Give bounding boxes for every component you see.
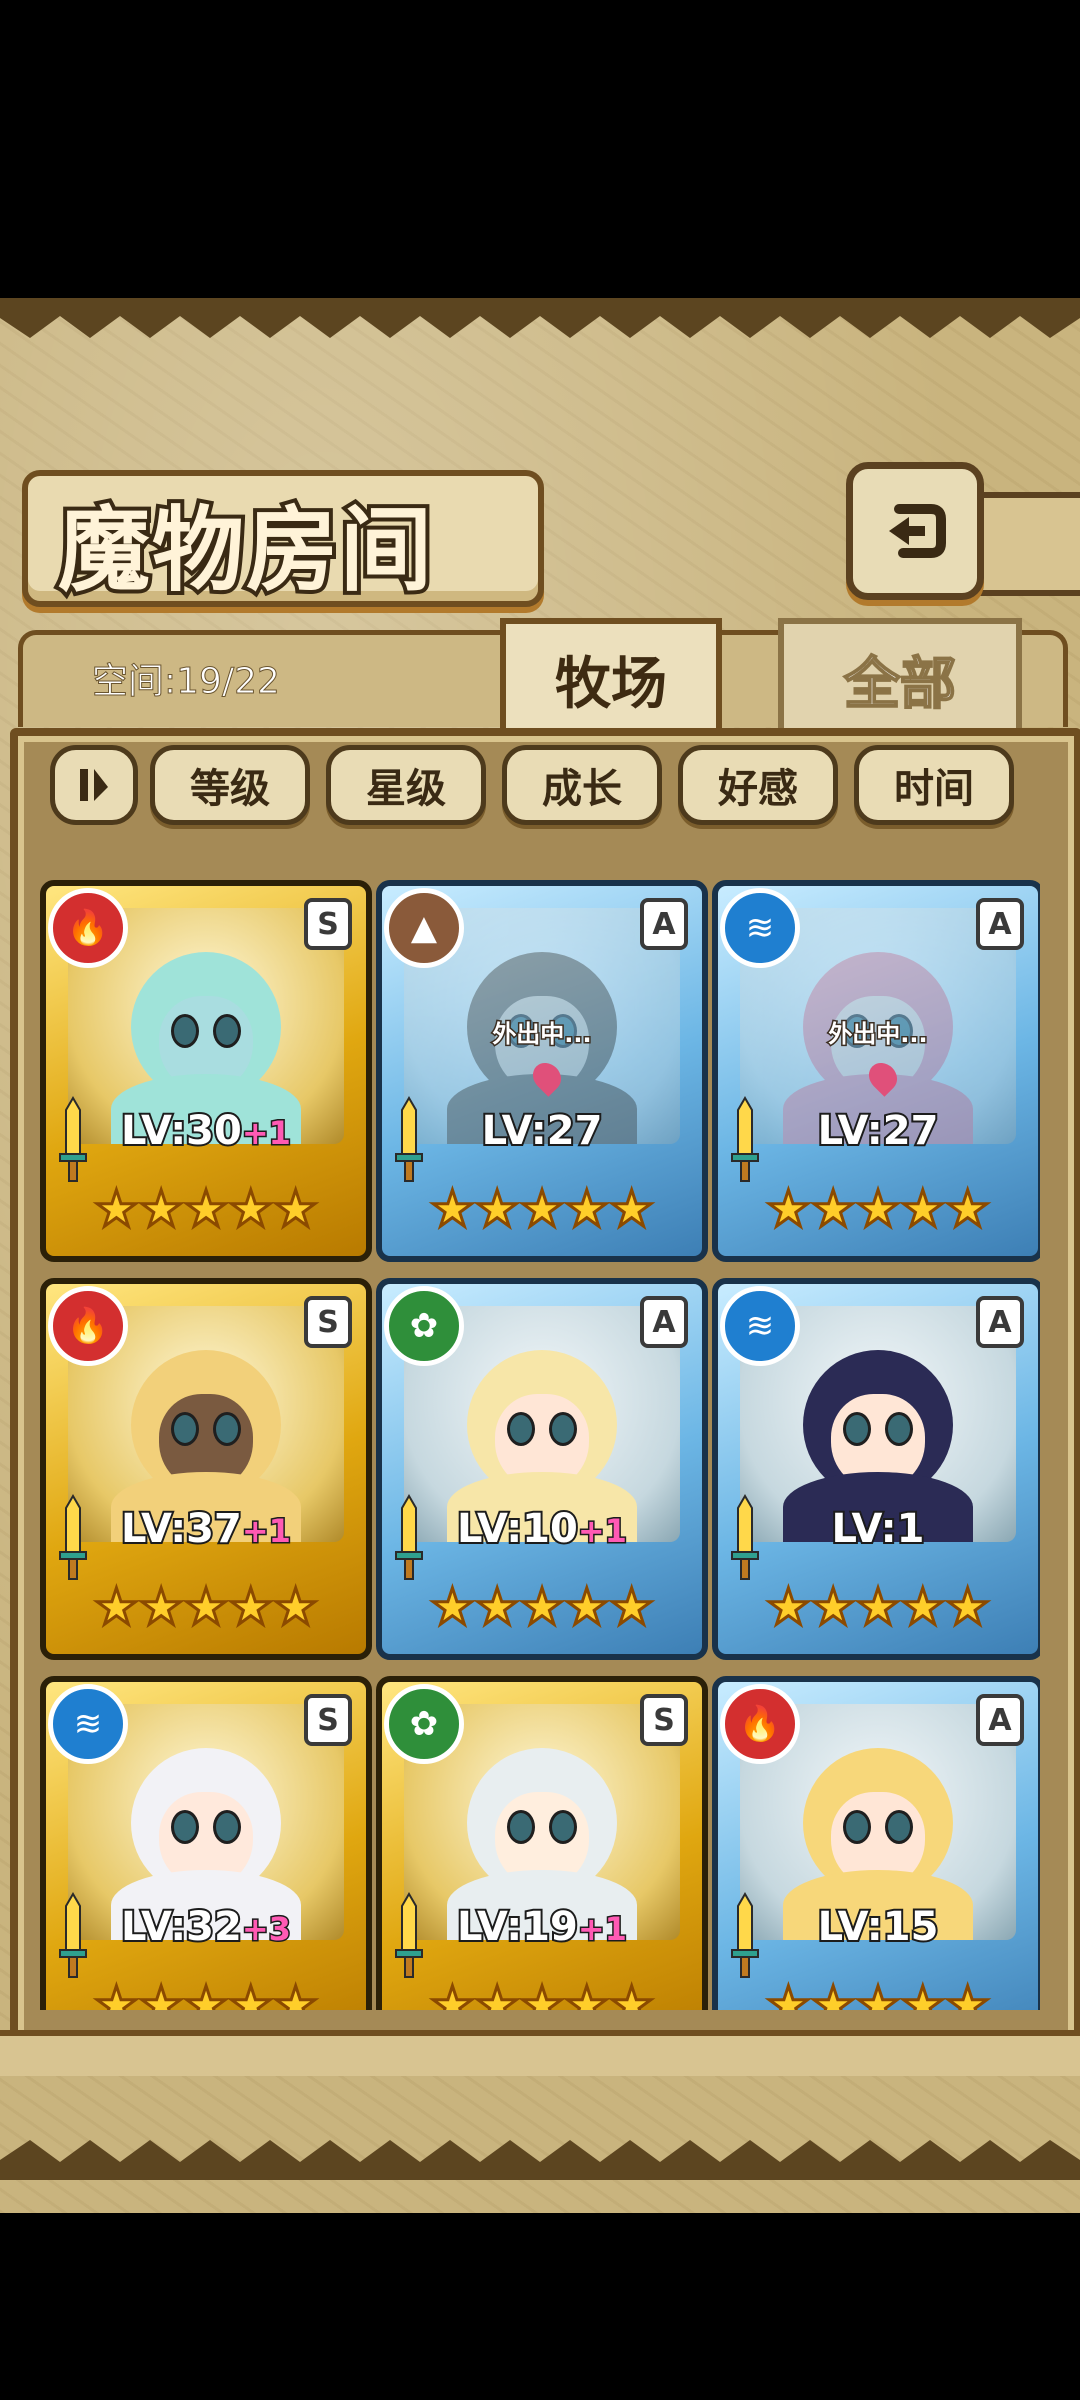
monster-card[interactable]: 🔥 S LV:30+1 ★★★★★ [40,880,372,1262]
rank-badge: A [976,1694,1024,1746]
water-element-icon: ≋ [720,1286,800,1366]
top-zigzag-border [0,298,1080,338]
star-rating: ★★★★★ [764,1180,991,1238]
fire-element-icon: 🔥 [48,1286,128,1366]
level-text: LV:15 [718,1902,1038,1952]
tab-all[interactable]: 全部 [778,618,1022,734]
sort-order-icon [80,769,108,801]
filter-affection-button[interactable]: 好感 [678,745,838,825]
level-bonus: +1 [240,1511,292,1552]
level-value: LV:30 [119,1106,244,1156]
return-arrow-icon [889,504,946,558]
monster-card[interactable]: ≋ S LV:32+3 ★★★★★ [40,1676,372,2010]
level-value: LV:32 [119,1902,244,1952]
level-value: LV:37 [119,1504,244,1554]
monster-eye [549,1810,577,1844]
level-value: LV:15 [816,1902,941,1952]
monster-eye [885,1810,913,1844]
monster-eye [213,1014,241,1048]
monster-card[interactable]: ✿ S LV:19+1 ★★★★★ [376,1676,708,2010]
filter-level-button[interactable]: 等级 [150,745,310,825]
rank-badge: A [640,1296,688,1348]
monster-card[interactable]: 外出中... ▲ A LV:27 ★★★★★ [376,880,708,1262]
star-rating: ★★★★★ [428,1976,655,2011]
level-text: LV:32+3 [46,1902,366,1952]
sort-toggle-button[interactable] [50,745,138,825]
star-rating: ★★★★★ [92,1578,319,1636]
level-value: LV:1 [830,1504,927,1554]
rank-badge: S [304,1296,352,1348]
fire-element-icon: 🔥 [48,888,128,968]
level-bonus: +1 [576,1909,628,1950]
monster-card[interactable]: ✿ A LV:10+1 ★★★★★ [376,1278,708,1660]
monster-card[interactable]: 外出中... ≋ A LV:27 ★★★★★ [712,880,1040,1262]
monster-eye [171,1014,199,1048]
rank-badge: S [304,898,352,950]
fire-element-icon: 🔥 [720,1684,800,1764]
wind-element-icon: ✿ [384,1286,464,1366]
level-value: LV:27 [480,1106,605,1156]
monster-card[interactable]: 🔥 A LV:15 ★★★★★ [712,1676,1040,2010]
level-text: LV:27 [718,1106,1038,1156]
earth-element-icon: ▲ [384,888,464,968]
filter-growth-button[interactable]: 成长 [502,745,662,825]
star-rating: ★★★★★ [764,1976,991,2011]
monster-eye [843,1412,871,1446]
level-text: LV:19+1 [382,1902,702,1952]
monster-eye [507,1810,535,1844]
filter-star-button[interactable]: 星级 [326,745,486,825]
monster-eye [213,1412,241,1446]
monster-eye [549,1412,577,1446]
star-rating: ★★★★★ [92,1976,319,2011]
monster-eye [171,1412,199,1446]
monster-eye [885,1412,913,1446]
filter-time-button[interactable]: 时间 [854,745,1014,825]
monster-eye [507,1412,535,1446]
level-text: LV:30+1 [46,1106,366,1156]
monster-eye [843,1810,871,1844]
level-text: LV:1 [718,1504,1038,1554]
rank-badge: A [976,1296,1024,1348]
water-element-icon: ≋ [48,1684,128,1764]
rank-badge: S [640,1694,688,1746]
level-text: LV:27 [382,1106,702,1156]
level-value: LV:10 [455,1504,580,1554]
star-rating: ★★★★★ [428,1180,655,1238]
level-value: LV:27 [816,1106,941,1156]
level-value: LV:19 [455,1902,580,1952]
capacity-text: 空间:19/22 [92,661,281,703]
monster-eye [213,1810,241,1844]
tab-ranch[interactable]: 牧场 [500,618,722,734]
away-status-text: 外出中... [827,1019,929,1050]
level-text: LV:10+1 [382,1504,702,1554]
level-bonus: +3 [240,1909,292,1950]
back-button[interactable] [846,462,984,600]
rank-badge: A [640,898,688,950]
monster-card-grid: 🔥 S LV:30+1 ★★★★★ 外出中... ▲ A LV:27 ★★★★★ 外出中... ≋ A… [40,830,1040,2010]
away-status-text: 外出中... [491,1019,593,1050]
monster-card[interactable]: ≋ A LV:1 ★★★★★ [712,1278,1040,1660]
page-title: 魔物房间 [54,492,436,608]
star-rating: ★★★★★ [92,1180,319,1238]
bottom-zigzag-border [0,2140,1080,2180]
level-bonus: +1 [240,1113,292,1154]
star-rating: ★★★★★ [428,1578,655,1636]
rank-badge: S [304,1694,352,1746]
monster-card[interactable]: 🔥 S LV:37+1 ★★★★★ [40,1278,372,1660]
level-text: LV:37+1 [46,1504,366,1554]
water-element-icon: ≋ [720,888,800,968]
rank-badge: A [976,898,1024,950]
panel-bottom-rail [0,2030,1080,2076]
wind-element-icon: ✿ [384,1684,464,1764]
level-bonus: +1 [576,1511,628,1552]
monster-eye [171,1810,199,1844]
star-rating: ★★★★★ [764,1578,991,1636]
